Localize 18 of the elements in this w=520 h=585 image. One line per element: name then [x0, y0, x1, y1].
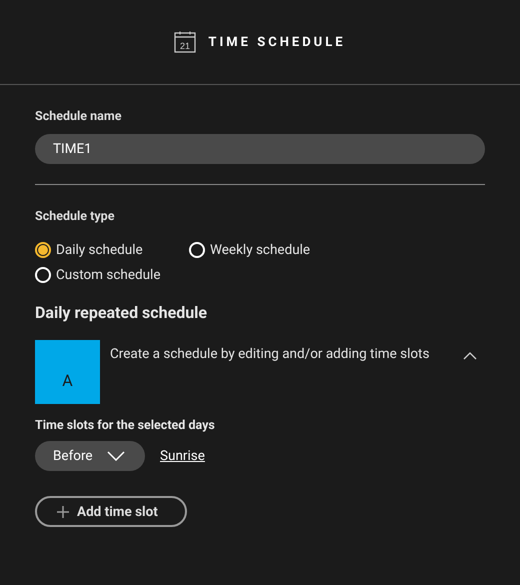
radio-option[interactable]: Daily schedule: [35, 242, 143, 258]
section-heading: Daily repeated schedule: [35, 303, 208, 322]
radio-option[interactable]: Custom schedule: [35, 267, 160, 283]
field-label: Schedule type: [35, 209, 116, 224]
slot-description: Create a schedule by editing and/or adding time slots: [109, 345, 430, 364]
chevron-icon[interactable]: [463, 352, 477, 360]
radio-option[interactable]: Weekly schedule: [189, 242, 310, 258]
slot-tile[interactable]: A: [35, 340, 100, 404]
event-link[interactable]: Sunrise: [160, 448, 205, 464]
field-label: Schedule name: [35, 109, 122, 124]
chevron-icon: [106, 451, 125, 461]
name-field[interactable]: TIME1: [35, 134, 485, 164]
plus-icon: [57, 506, 69, 518]
window-title: TIME SCHEDULE: [208, 34, 346, 50]
add-button[interactable]: Add time slot: [35, 496, 187, 527]
calendar-icon: 21: [174, 31, 196, 53]
field-label: Time slots for the selected days: [35, 418, 216, 433]
relation-dropdown[interactable]: Before: [35, 441, 145, 471]
